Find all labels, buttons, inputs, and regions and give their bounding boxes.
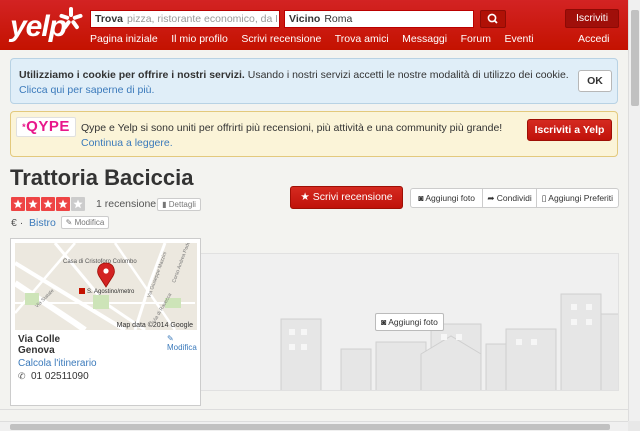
star-icon [56,197,70,211]
share-label: Condividi [496,193,532,203]
category-link[interactable]: Bistro [29,217,56,229]
price-symbol: € [11,217,17,229]
cookie-ok-button[interactable]: OK [578,70,612,92]
search-button[interactable] [480,10,506,28]
nav-profile[interactable]: Il mio profilo [171,33,228,45]
qype-text: Qype e Yelp si sono uniti per offrirti p… [81,122,503,134]
address-line-2: Genova [18,345,55,356]
near-input[interactable] [324,13,473,25]
cookie-bold-text: Utilizziamo i cookie per offrire i nostr… [19,69,245,81]
star-icon [11,197,25,211]
add-photo-placeholder-button[interactable]: ◙ Aggiungi foto [375,313,444,331]
divider [0,409,628,410]
star-icon [71,197,85,211]
address-line-1: Via Colle [18,334,61,345]
edit-category-button[interactable]: ✎ Modifica [61,216,109,229]
qype-continue-link[interactable]: Continua a leggere. [81,137,173,149]
nav-messages[interactable]: Messaggi [402,33,447,45]
details-button[interactable]: ▮ Dettagli [157,198,201,211]
cookie-banner: Utilizziamo i cookie per offrire i nostr… [10,58,618,104]
header: yelp Trova Vicino [0,0,628,50]
vertical-scrollbar[interactable] [628,0,640,421]
nav-find-friends[interactable]: Trova amici [335,33,389,45]
pencil-icon: ✎ [167,334,174,343]
star-rating [11,197,86,211]
phone-icon: ✆ [18,371,26,381]
find-input[interactable] [127,13,278,25]
find-field[interactable]: Trova [90,10,280,28]
main-nav: Pagina iniziale Il mio profilo Scrivi re… [90,33,547,45]
search-icon [487,13,498,24]
near-field[interactable]: Vicino [284,10,474,28]
directions-link[interactable]: Calcola l'itinerario [18,358,97,369]
add-photo-label: Aggiungi foto [425,193,475,203]
price-range: € · [11,217,23,229]
qype-banner: *QYPE Qype e Yelp si sono uniti per offr… [10,111,618,157]
bookmark-button[interactable]: ▯ Aggiungi Preferiti [537,189,618,207]
add-photo-placeholder-label: Aggiungi foto [388,317,438,327]
burst-icon [59,7,83,30]
cookie-body-text: Usando i nostri servizi accetti le nostr… [244,69,569,81]
edit-label: Modifica [74,218,105,227]
nav-write-review[interactable]: Scrivi recensione [241,33,321,45]
horizontal-scrollbar[interactable] [0,421,628,431]
edit-address-link[interactable]: ✎ Modifica [167,334,200,352]
separator-dot: · [19,217,24,229]
share-button[interactable]: ➦ Condividi [483,189,537,207]
map-card: Casa di Cristoforo Colombo S. Agostino/m… [10,238,201,406]
edit-address-label: Modifica [167,343,197,352]
qype-logo: *QYPE [16,117,76,137]
signup-button[interactable]: Iscriviti [565,9,619,28]
bookmark-label: Aggiungi Preferiti [548,193,614,203]
qype-logo-text: QYPE [26,118,70,135]
write-review-label: Scrivi recensione [312,191,393,203]
share-icon: ➦ [487,193,497,203]
map-label: S. Agostino/metro [87,289,135,295]
star-icon [41,197,55,211]
login-link[interactable]: Accedi [578,33,610,45]
map[interactable]: Casa di Cristoforo Colombo S. Agostino/m… [15,243,197,330]
map-label: Casa di Cristoforo Colombo [63,259,137,265]
yelp-logo[interactable]: yelp [10,4,83,44]
cookie-text: Utilizziamo i cookie per offrire i nostr… [19,69,569,81]
business-name: Trattoria Baciccia [10,165,194,190]
pencil-icon: ✎ [65,218,75,227]
find-label: Trova [95,13,124,25]
qype-signup-button[interactable]: Iscriviti a Yelp [527,119,612,141]
nav-home[interactable]: Pagina iniziale [90,33,158,45]
phone-number: 01 02511090 [31,371,89,382]
page: yelp Trova Vicino [0,0,628,421]
map-graphic: Casa di Cristoforo Colombo S. Agostino/m… [15,243,197,330]
cookie-info-link[interactable]: Clicca qui per saperne di più. [19,84,154,96]
write-review-button[interactable]: ★ Scrivi recensione [290,186,403,209]
star-icon: ★ [300,191,313,203]
details-label: Dettagli [168,200,196,209]
review-count[interactable]: 1 recensione [96,198,156,210]
horizontal-scrollbar-thumb[interactable] [10,424,610,430]
nav-events[interactable]: Eventi [504,33,533,45]
action-bar: ◙ Aggiungi foto ➦ Condividi ▯ Aggiungi P… [410,188,619,208]
scrollbar-corner [628,421,640,431]
vertical-scrollbar-thumb[interactable] [631,10,639,106]
details-icon: ▮ [162,200,169,209]
nav-forum[interactable]: Forum [461,33,491,45]
map-attribution: Map data ©2014 Google [116,322,193,329]
add-photo-button[interactable]: ◙ Aggiungi foto [411,189,484,207]
near-label: Vicino [289,13,321,25]
star-icon [26,197,40,211]
